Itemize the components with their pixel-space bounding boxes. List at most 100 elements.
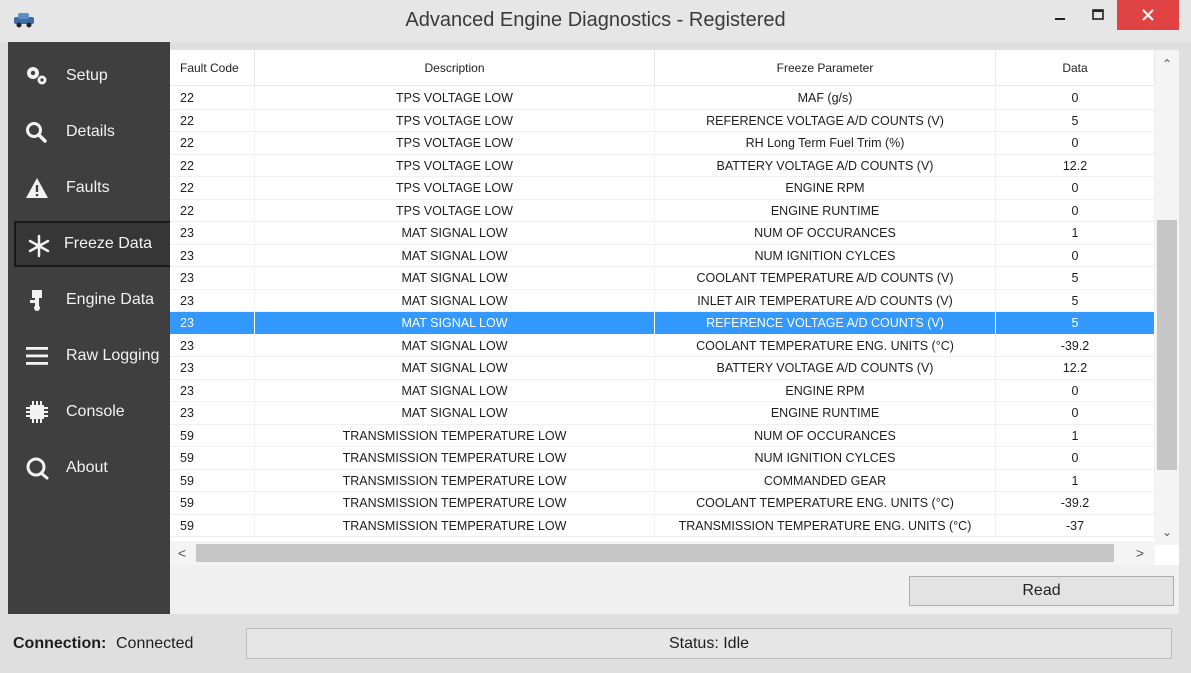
cell-fault-code: 23 xyxy=(170,289,255,312)
cell-fault-code: 59 xyxy=(170,424,255,447)
column-header-freeze-parameter[interactable]: Freeze Parameter xyxy=(655,50,996,86)
cell-fault-code: 23 xyxy=(170,222,255,245)
cell-fault-code: 59 xyxy=(170,492,255,515)
cell-fault-code: 59 xyxy=(170,447,255,470)
table-row[interactable]: 59 TRANSMISSION TEMPERATURE LOW COMMANDED … xyxy=(170,469,1155,492)
magnifier-icon xyxy=(24,120,50,144)
cell-data: 0 xyxy=(996,379,1155,402)
vertical-scroll-thumb[interactable] xyxy=(1157,220,1177,470)
scroll-up-icon[interactable]: ⌃ xyxy=(1155,54,1179,74)
sidebar-item-details[interactable]: Details xyxy=(8,109,170,155)
cell-description: TPS VOLTAGE LOW xyxy=(255,109,655,132)
cell-freeze-parameter: NUM IGNITION CYLCES xyxy=(655,244,996,267)
vertical-scrollbar[interactable]: ⌃ ⌄ xyxy=(1155,50,1179,545)
title-bar: Advanced Engine Diagnostics - Registered xyxy=(0,0,1191,42)
sidebar-item-about[interactable]: About xyxy=(8,445,170,491)
scroll-right-icon[interactable]: > xyxy=(1128,541,1152,565)
cell-data: 5 xyxy=(996,312,1155,335)
cell-data: 12.2 xyxy=(996,357,1155,380)
cell-fault-code: 22 xyxy=(170,199,255,222)
column-header-fault-code[interactable]: Fault Code xyxy=(170,50,255,86)
maximize-button[interactable] xyxy=(1081,0,1115,30)
table-row[interactable]: 23 MAT SIGNAL LOW ENGINE RPM 0 xyxy=(170,379,1155,402)
cell-fault-code: 22 xyxy=(170,132,255,155)
cell-data: 0 xyxy=(996,199,1155,222)
cell-description: MAT SIGNAL LOW xyxy=(255,312,655,335)
sidebar-item-engine-data[interactable]: Engine Data xyxy=(8,277,170,323)
cell-description: MAT SIGNAL LOW xyxy=(255,357,655,380)
sidebar-item-console[interactable]: Console xyxy=(8,389,170,435)
chip-icon xyxy=(24,400,50,424)
cell-freeze-parameter: REFERENCE VOLTAGE A/D COUNTS (V) xyxy=(655,109,996,132)
cell-freeze-parameter: BATTERY VOLTAGE A/D COUNTS (V) xyxy=(655,357,996,380)
cell-freeze-parameter: COMMANDED GEAR xyxy=(655,469,996,492)
cell-freeze-parameter: BATTERY VOLTAGE A/D COUNTS (V) xyxy=(655,154,996,177)
table-row[interactable]: 22 TPS VOLTAGE LOW ENGINE RPM 0 xyxy=(170,177,1155,200)
cell-fault-code: 22 xyxy=(170,109,255,132)
table-row[interactable]: 23 MAT SIGNAL LOW ENGINE RUNTIME 0 xyxy=(170,402,1155,425)
sidebar-item-label: Console xyxy=(66,403,125,420)
minimize-button[interactable] xyxy=(1043,0,1077,30)
column-header-data[interactable]: Data xyxy=(996,50,1155,86)
horizontal-scroll-thumb[interactable] xyxy=(196,544,1114,562)
cell-freeze-parameter: ENGINE RUNTIME xyxy=(655,199,996,222)
sidebar-item-raw-logging[interactable]: Raw Logging xyxy=(8,333,170,379)
cell-freeze-parameter: MAF (g/s) xyxy=(655,87,996,110)
cell-description: MAT SIGNAL LOW xyxy=(255,402,655,425)
table-row[interactable]: 22 TPS VOLTAGE LOW REFERENCE VOLTAGE A/D C… xyxy=(170,109,1155,132)
table-row[interactable]: 59 TRANSMISSION TEMPERATURE LOW NUM IGNITI… xyxy=(170,447,1155,470)
cell-fault-code: 59 xyxy=(170,514,255,537)
cell-freeze-parameter: ENGINE RUNTIME xyxy=(655,402,996,425)
scroll-down-icon[interactable]: ⌄ xyxy=(1155,522,1179,542)
cell-fault-code: 23 xyxy=(170,244,255,267)
sidebar-item-faults[interactable]: Faults xyxy=(8,165,170,211)
horizontal-scrollbar[interactable]: < > xyxy=(170,541,1155,565)
table-row[interactable]: 23 MAT SIGNAL LOW COOLANT TEMPERATURE A/D … xyxy=(170,267,1155,290)
sidebar-item-label: About xyxy=(66,459,108,476)
table-row[interactable]: 22 TPS VOLTAGE LOW RH Long Term Fuel Trim … xyxy=(170,132,1155,155)
window-title: Advanced Engine Diagnostics - Registered xyxy=(405,9,786,31)
table-row[interactable]: 23 MAT SIGNAL LOW BATTERY VOLTAGE A/D COUN… xyxy=(170,357,1155,380)
table-row[interactable]: 23 MAT SIGNAL LOW INLET AIR TEMPERATURE A/… xyxy=(170,289,1155,312)
hamburger-icon xyxy=(24,344,50,368)
table-row[interactable]: 22 TPS VOLTAGE LOW BATTERY VOLTAGE A/D COU… xyxy=(170,154,1155,177)
scroll-left-icon[interactable]: < xyxy=(170,541,194,565)
sidebar-item-freeze-data[interactable]: Freeze Data xyxy=(14,221,176,267)
minimize-icon xyxy=(1055,18,1065,20)
table-row[interactable]: 59 TRANSMISSION TEMPERATURE LOW TRANSMISSI… xyxy=(170,514,1155,537)
close-button[interactable] xyxy=(1117,0,1179,30)
read-button[interactable]: Read xyxy=(909,576,1174,606)
sidebar: Setup Details Faults Freeze Data Engine … xyxy=(8,42,176,614)
warning-icon xyxy=(24,176,50,200)
cell-description: MAT SIGNAL LOW xyxy=(255,267,655,290)
table-row[interactable]: 23 MAT SIGNAL LOW NUM OF OCCURANCES 1 xyxy=(170,222,1155,245)
cell-data: 5 xyxy=(996,109,1155,132)
cell-fault-code: 22 xyxy=(170,87,255,110)
table-row[interactable]: 59 TRANSMISSION TEMPERATURE LOW NUM OF OCC… xyxy=(170,424,1155,447)
cell-description: TRANSMISSION TEMPERATURE LOW xyxy=(255,492,655,515)
cell-data: 12.2 xyxy=(996,154,1155,177)
cell-fault-code: 23 xyxy=(170,334,255,357)
cell-freeze-parameter: ENGINE RPM xyxy=(655,379,996,402)
close-icon xyxy=(1142,9,1154,21)
table-row[interactable]: 59 TRANSMISSION TEMPERATURE LOW COOLANT TE… xyxy=(170,492,1155,515)
table-row[interactable]: 22 TPS VOLTAGE LOW ENGINE RUNTIME 0 xyxy=(170,199,1155,222)
sidebar-item-setup[interactable]: Setup xyxy=(8,53,170,99)
cell-fault-code: 22 xyxy=(170,177,255,200)
table-row[interactable]: 23 MAT SIGNAL LOW NUM IGNITION CYLCES 0 xyxy=(170,244,1155,267)
sidebar-item-label: Setup xyxy=(66,67,108,84)
connection-status: Connected xyxy=(116,635,194,652)
cell-fault-code: 59 xyxy=(170,469,255,492)
cell-description: TRANSMISSION TEMPERATURE LOW xyxy=(255,424,655,447)
freeze-data-grid[interactable]: Fault Code Description Freeze Parameter … xyxy=(170,50,1179,565)
cell-freeze-parameter: REFERENCE VOLTAGE A/D COUNTS (V) xyxy=(655,312,996,335)
cell-data: -39.2 xyxy=(996,334,1155,357)
status-text: Status: Idle xyxy=(246,628,1172,659)
column-header-description[interactable]: Description xyxy=(255,50,655,86)
sidebar-item-label: Freeze Data xyxy=(64,235,153,252)
table-row[interactable]: 23 MAT SIGNAL LOW REFERENCE VOLTAGE A/D CO… xyxy=(170,312,1155,335)
table-row[interactable]: 23 MAT SIGNAL LOW COOLANT TEMPERATURE ENG.… xyxy=(170,334,1155,357)
table-row[interactable]: 22 TPS VOLTAGE LOW MAF (g/s) 0 xyxy=(170,87,1155,110)
sidebar-item-label: Faults xyxy=(66,179,110,196)
cell-data: 0 xyxy=(996,177,1155,200)
